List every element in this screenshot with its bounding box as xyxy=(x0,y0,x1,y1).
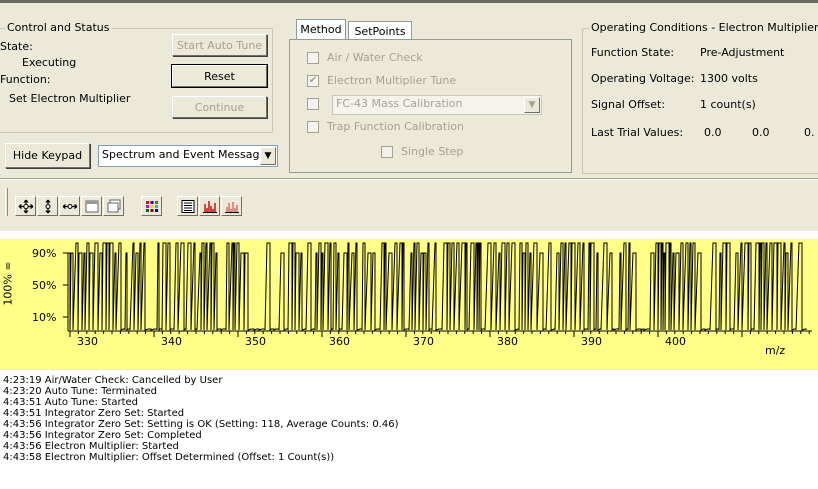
state-value: Executing xyxy=(22,56,77,69)
spectrum-plot[interactable]: 100% = 90% 50% 10% 330 340 350 360 370 3… xyxy=(0,231,818,369)
window-restore-icon xyxy=(107,199,121,213)
spectrum-toolbar xyxy=(0,183,818,225)
signal-offset-value: 1 count(s) xyxy=(700,98,756,111)
x-tick-label: 390 xyxy=(581,335,602,348)
operating-voltage-label: Operating Voltage: xyxy=(591,72,695,85)
log-line: 4:43:58 Electron Multiplier: Offset Dete… xyxy=(3,452,335,463)
message-type-select[interactable]: Spectrum and Event Messag ▼ xyxy=(98,145,278,167)
move-icon xyxy=(18,199,34,214)
bar-spectrum-icon xyxy=(203,201,217,213)
toolbar-grip xyxy=(5,188,8,216)
em-tune-label: Electron Multiplier Tune xyxy=(327,74,457,87)
control-status-title: Control and Status xyxy=(5,21,112,34)
tab-method-label: Method xyxy=(300,23,342,36)
air-water-checkbox[interactable] xyxy=(307,52,319,64)
function-value: Set Electron Multiplier xyxy=(9,92,131,105)
tab-setpoints-label: SetPoints xyxy=(354,25,406,38)
hide-keypad-button[interactable]: Hide Keypad xyxy=(5,143,90,168)
move-tool-button[interactable] xyxy=(15,196,36,216)
x-unit-label: m/z xyxy=(765,344,786,357)
x-tick-label: 350 xyxy=(245,335,266,348)
single-step-checkbox[interactable] xyxy=(381,146,393,158)
em-tune-checkbox[interactable]: ✔ xyxy=(307,75,319,87)
log-line: 4:43:51 Integrator Zero Set: Started xyxy=(3,408,185,419)
message-type-value: Spectrum and Event Messag xyxy=(102,148,260,161)
last-trial-value: 0.0 xyxy=(752,126,770,139)
tab-method[interactable]: Method xyxy=(296,19,346,39)
last-trial-value: 0.0 xyxy=(704,126,722,139)
zoom-horizontal-icon xyxy=(62,204,78,209)
x-tick-label: 340 xyxy=(161,335,182,348)
line-spectrum-button[interactable] xyxy=(221,196,242,216)
list-icon xyxy=(181,200,195,213)
x-tick-label: 330 xyxy=(77,335,98,348)
chevron-down-icon[interactable]: ▼ xyxy=(524,97,540,113)
reset-button[interactable]: Reset xyxy=(171,64,268,88)
trap-function-checkbox[interactable] xyxy=(307,121,319,133)
single-step-label: Single Step xyxy=(401,145,464,158)
chevron-down-icon[interactable]: ▼ xyxy=(260,147,276,165)
log-line: 4:43:51 Auto Tune: Started xyxy=(3,397,139,408)
x-tick-label: 360 xyxy=(329,335,350,348)
divider xyxy=(0,178,818,180)
continue-button[interactable]: Continue xyxy=(172,96,267,118)
list-button[interactable] xyxy=(177,196,198,216)
log-line: 4:43:56 Integrator Zero Set: Completed xyxy=(3,430,202,441)
log-line: 4:23:20 Auto Tune: Terminated xyxy=(3,386,157,397)
bar-spectrum-button[interactable] xyxy=(199,196,220,216)
window-icon xyxy=(85,200,99,213)
start-auto-tune-button[interactable]: Start Auto Tune xyxy=(172,34,267,56)
calibration-checkbox[interactable] xyxy=(307,98,319,110)
trap-function-label: Trap Function Calibration xyxy=(327,120,464,133)
function-label: Function: xyxy=(0,73,51,86)
log-line: 4:43:56 Integrator Zero Set: Setting is … xyxy=(3,419,399,430)
window-button[interactable] xyxy=(81,196,102,216)
line-spectrum-icon xyxy=(225,202,239,213)
colors-button[interactable] xyxy=(141,196,162,216)
state-label: State: xyxy=(0,40,33,53)
calibration-select-value: FC-43 Mass Calibration xyxy=(336,97,463,110)
last-trial-value: 0. xyxy=(804,126,815,139)
air-water-label: Air / Water Check xyxy=(327,51,423,64)
spectrum-trace xyxy=(67,242,807,332)
tab-setpoints[interactable]: SetPoints xyxy=(348,21,412,39)
window-restore-button[interactable] xyxy=(103,196,124,216)
function-state-label: Function State: xyxy=(591,46,675,59)
top-edge xyxy=(0,0,818,3)
x-tick-label: 400 xyxy=(665,335,686,348)
spectrum-traces xyxy=(63,242,812,337)
zoom-vertical-button[interactable] xyxy=(37,196,58,216)
colors-icon xyxy=(146,201,158,212)
x-tick-label: 380 xyxy=(497,335,518,348)
event-log[interactable]: 4:23:19 Air/Water Check: Cancelled by Us… xyxy=(0,370,818,489)
zoom-horizontal-button[interactable] xyxy=(59,196,80,216)
calibration-select[interactable]: FC-43 Mass Calibration ▼ xyxy=(332,95,542,115)
zoom-vertical-icon xyxy=(45,199,51,214)
function-state-value: Pre-Adjustment xyxy=(700,46,785,59)
log-line: 4:43:56 Electron Multiplier: Started xyxy=(3,441,179,452)
operating-conditions-title: Operating Conditions - Electron Multipli… xyxy=(589,21,818,34)
operating-voltage-value: 1300 volts xyxy=(700,72,758,85)
x-tick-label: 370 xyxy=(413,335,434,348)
last-trial-label: Last Trial Values: xyxy=(591,126,684,139)
signal-offset-label: Signal Offset: xyxy=(591,98,666,111)
log-line: 4:23:19 Air/Water Check: Cancelled by Us… xyxy=(3,375,223,386)
